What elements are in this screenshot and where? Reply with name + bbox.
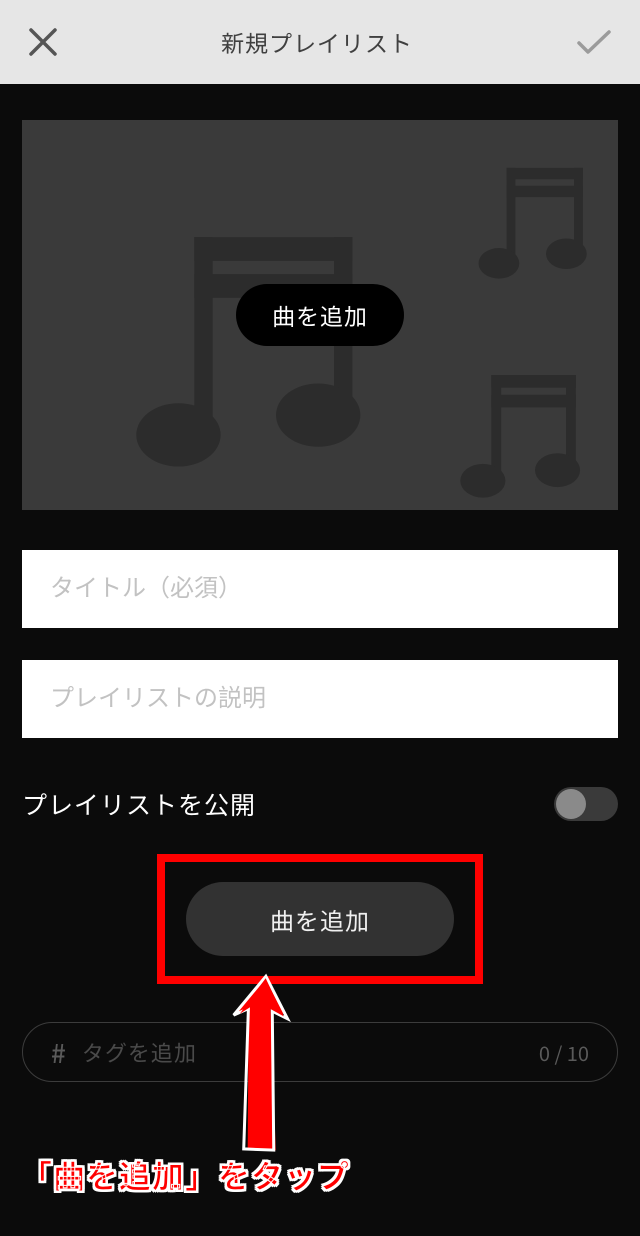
description-input-wrapper[interactable] bbox=[22, 660, 618, 738]
public-toggle-label: プレイリストを公開 bbox=[22, 786, 256, 822]
music-note-icon bbox=[462, 140, 602, 295]
title-input-wrapper[interactable] bbox=[22, 550, 618, 628]
page-title: 新規プレイリスト bbox=[58, 25, 576, 59]
music-note-icon bbox=[442, 345, 597, 510]
tag-counter: 0 / 10 bbox=[539, 1038, 589, 1067]
tag-input-row[interactable]: # タグを追加 0 / 10 bbox=[22, 1022, 618, 1082]
playlist-cover[interactable]: 曲を追加 bbox=[22, 120, 618, 510]
title-input[interactable] bbox=[50, 575, 590, 603]
public-toggle-switch[interactable] bbox=[554, 787, 618, 821]
confirm-check-icon[interactable] bbox=[576, 28, 612, 56]
close-icon[interactable] bbox=[28, 27, 58, 57]
cover-add-songs-pill[interactable]: 曲を追加 bbox=[236, 284, 404, 346]
hash-icon: # bbox=[51, 1034, 66, 1071]
add-songs-button[interactable]: 曲を追加 bbox=[186, 882, 454, 956]
annotation-caption: 「曲を追加」をタップ bbox=[20, 1152, 350, 1198]
toggle-knob bbox=[556, 789, 586, 819]
tag-placeholder: タグを追加 bbox=[82, 1036, 539, 1068]
description-input[interactable] bbox=[50, 685, 590, 713]
header-bar: 新規プレイリスト bbox=[0, 0, 640, 84]
